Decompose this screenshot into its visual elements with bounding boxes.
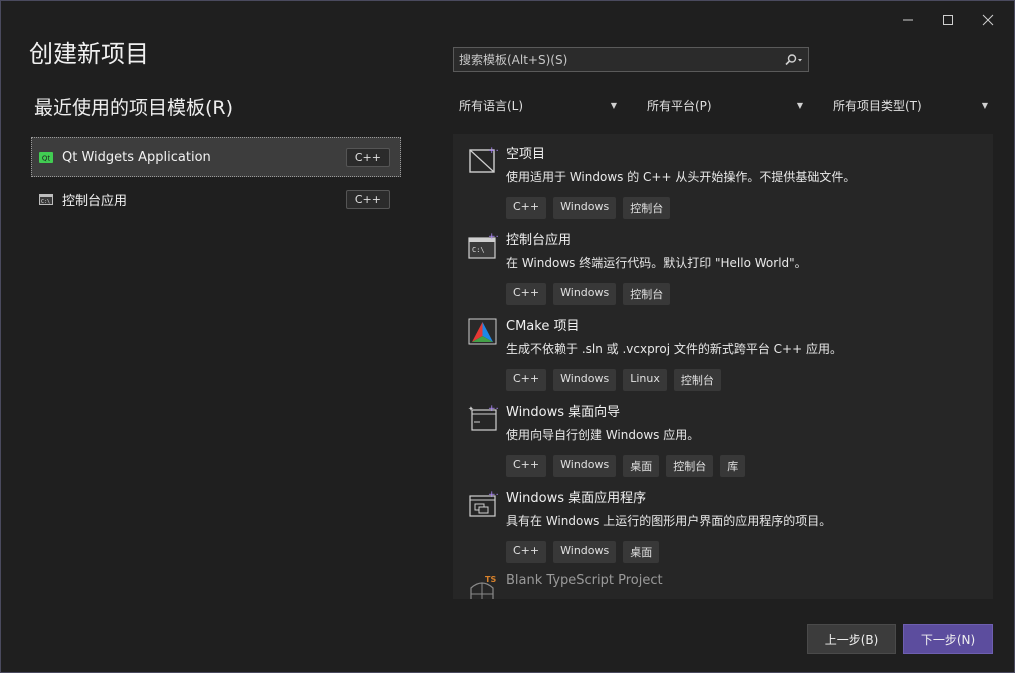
template-tag: Windows [553,369,617,391]
chevron-down-icon: ▼ [796,100,803,110]
template-tag: C++ [506,455,547,477]
template-item-typescript[interactable]: TS Blank TypeScript Project [453,564,993,599]
template-description: 具有在 Windows 上运行的图形用户界面的应用程序的项目。 [506,514,832,528]
template-description: 生成不依赖于 .sln 或 .vcxproj 文件的新式跨平台 C++ 应用。 [506,342,842,356]
template-name: Windows 桌面应用程序 [506,491,647,506]
template-item-desktop-app[interactable]: ++ Windows 桌面应用程序 具有在 Windows 上运行的图形用户界面… [453,478,993,564]
language-filter-label: 所有语言(L) [459,98,524,113]
filter-bar: 所有语言(L) ▼ 所有平台(P) ▼ 所有项目类型(T) ▼ [453,94,994,116]
template-tag: 库 [720,455,746,477]
template-tags: C++ Windows 控制台 [506,197,993,219]
template-list[interactable]: ++ 空项目 使用适用于 Windows 的 C++ 从头开始操作。不提供基础文… [453,134,993,599]
qt-logo-icon: Qt [38,151,54,163]
console-app-icon: C:\ ++ [468,232,498,259]
minimize-icon [903,19,913,21]
recent-item-qt-widgets[interactable]: Qt Qt Widgets Application C++ [31,137,401,177]
template-name: 控制台应用 [506,233,572,248]
template-item-cmake[interactable]: CMake 项目 生成不依赖于 .sln 或 .vcxproj 文件的新式跨平台… [453,306,993,392]
svg-text:++: ++ [488,404,498,414]
window-controls [888,9,1008,31]
template-tag: Windows [553,541,617,563]
recent-templates-list: Qt Qt Widgets Application C++ C:\ 控制台应用 … [31,137,401,221]
template-tag: C++ [506,283,547,305]
template-item-empty-project[interactable]: ++ 空项目 使用适用于 Windows 的 C++ 从头开始操作。不提供基础文… [453,134,993,220]
template-tag: 控制台 [623,283,671,305]
template-tags: C++ Windows 控制台 [506,283,993,305]
next-button[interactable]: 下一步(N) [903,624,993,654]
svg-text:Qt: Qt [42,154,51,162]
template-tags: C++ Windows 桌面 控制台 库 [506,455,993,477]
recent-templates-heading: 最近使用的项目模板(R) [34,97,234,119]
template-tag: C++ [506,541,547,563]
recent-item-console-app[interactable]: C:\ 控制台应用 C++ [31,179,401,219]
close-icon [982,14,994,26]
svg-text:++: ++ [488,490,498,500]
template-tags: C++ Windows Linux 控制台 [506,369,993,391]
template-name: CMake 项目 [506,319,580,334]
template-description: 使用向导自行创建 Windows 应用。 [506,428,700,442]
language-tag: C++ [345,147,390,167]
template-tag: Windows [553,455,617,477]
create-project-dialog: 创建新项目 最近使用的项目模板(R) Qt Qt Widgets Applica… [0,0,1015,673]
template-description: 在 Windows 终端运行代码。默认打印 "Hello World"。 [506,256,807,270]
maximize-button[interactable] [928,9,968,31]
platform-filter-label: 所有平台(P) [647,98,712,113]
svg-text:C:\: C:\ [41,199,50,205]
svg-text:C:\: C:\ [472,246,485,254]
template-tag: 桌面 [623,455,660,477]
project-type-filter-label: 所有项目类型(T) [833,98,922,113]
chevron-down-icon: ▼ [610,100,617,110]
template-tag: Windows [553,283,617,305]
template-tag: 控制台 [623,197,671,219]
desktop-wizard-icon: ✦ ++ [468,404,498,431]
chevron-down-icon: ▼ [981,100,988,110]
language-tag: C++ [345,189,390,209]
platform-filter-dropdown[interactable]: 所有平台(P) ▼ [641,94,809,116]
template-name: Blank TypeScript Project [506,573,663,588]
project-type-filter-dropdown[interactable]: 所有项目类型(T) ▼ [827,94,994,116]
template-tag: 控制台 [666,455,714,477]
template-tags: C++ Windows 桌面 [506,541,993,563]
svg-text:++: ++ [488,232,498,242]
template-tag: C++ [506,197,547,219]
template-item-desktop-wizard[interactable]: ✦ ++ Windows 桌面向导 使用向导自行创建 Windows 应用。 C… [453,392,993,478]
template-name: Windows 桌面向导 [506,405,621,420]
template-description: 使用适用于 Windows 的 C++ 从头开始操作。不提供基础文件。 [506,170,856,184]
typescript-project-icon: TS [470,575,496,599]
template-tag: 桌面 [623,541,660,563]
svg-text:✦: ✦ [468,405,474,413]
cmake-icon [468,318,497,345]
maximize-icon [943,15,953,25]
template-tag: 控制台 [673,369,721,391]
template-item-console-app[interactable]: C:\ ++ 控制台应用 在 Windows 终端运行代码。默认打印 "Hell… [453,220,993,306]
console-app-icon: C:\ [38,193,54,205]
minimize-button[interactable] [888,9,928,31]
template-search-box[interactable] [453,47,809,72]
desktop-app-icon: ++ [469,490,498,517]
language-filter-dropdown[interactable]: 所有语言(L) ▼ [453,94,623,116]
template-tag: Windows [553,197,617,219]
close-button[interactable] [968,9,1008,31]
svg-text:++: ++ [488,146,498,156]
template-name: 空项目 [506,147,546,162]
template-tag: C++ [506,369,547,391]
recent-item-label: 控制台应用 [62,193,128,209]
page-title: 创建新项目 [29,40,149,68]
empty-project-icon: ++ [469,146,498,173]
template-tag: Linux [623,369,667,391]
recent-item-label: Qt Widgets Application [62,149,211,165]
svg-text:TS: TS [485,575,496,584]
search-input[interactable] [459,52,782,67]
search-icon[interactable] [782,53,804,66]
back-button[interactable]: 上一步(B) [807,624,896,654]
